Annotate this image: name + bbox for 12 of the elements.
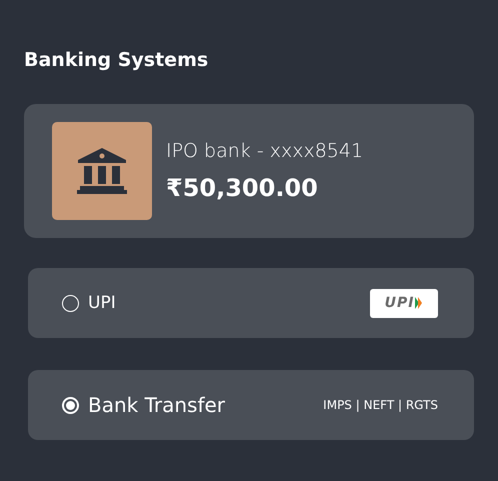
account-balance: ₹50,300.00 [166, 173, 319, 204]
option-label: UPI [88, 292, 116, 315]
payment-option[interactable]: UPI UPI [28, 268, 474, 338]
payment-option[interactable]: Bank Transfer IMPS | NEFT | RGTS [28, 370, 474, 440]
option-label: Bank Transfer [88, 392, 226, 419]
section-title: Banking Systems [24, 48, 208, 73]
transfer-methods: IMPS | NEFT | RGTS [323, 397, 438, 413]
account-name: IPO bank - xxxx8541 [166, 139, 364, 164]
radio-button[interactable] [62, 396, 79, 414]
bank-icon [76, 148, 128, 194]
upi-logo: UPI [370, 288, 438, 318]
radio-button[interactable] [62, 294, 79, 312]
